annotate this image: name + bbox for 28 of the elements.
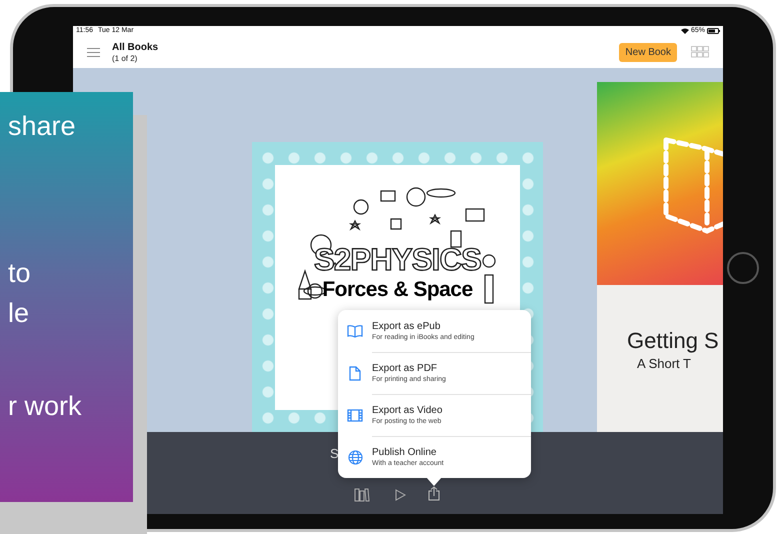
wifi-icon bbox=[680, 28, 689, 34]
open-book-icon bbox=[347, 324, 363, 338]
play-icon[interactable] bbox=[395, 489, 406, 501]
slide-text: le bbox=[8, 297, 30, 330]
book-cover[interactable]: Getting S A Short T bbox=[597, 82, 723, 432]
menu-item-label: Export as ePub bbox=[372, 320, 442, 332]
share-icon[interactable] bbox=[428, 486, 440, 501]
book-title: S2PHYSICS bbox=[314, 243, 482, 277]
menu-item-label: Export as Video bbox=[372, 404, 444, 417]
film-strip-icon bbox=[347, 408, 363, 422]
nav-title: All Books bbox=[112, 42, 158, 54]
book-title: Getting S bbox=[627, 327, 720, 355]
slide-text: r work bbox=[8, 390, 82, 423]
book-caption: S bbox=[330, 445, 339, 463]
book-subtitle: A Short T bbox=[636, 355, 692, 373]
library-icon[interactable] bbox=[354, 488, 370, 502]
nav-subtitle: (1 of 2) bbox=[112, 54, 138, 62]
menu-icon[interactable] bbox=[87, 48, 100, 56]
slide-text: to bbox=[8, 257, 32, 290]
book-logo-icon bbox=[663, 136, 723, 236]
book-subtitle: Forces & Space bbox=[322, 277, 473, 303]
menu-item-label: Export as PDF bbox=[372, 362, 438, 375]
document-icon bbox=[349, 366, 361, 380]
slide-text: share bbox=[8, 110, 77, 143]
battery-icon bbox=[707, 28, 720, 34]
new-book-button[interactable]: New Book bbox=[619, 42, 677, 62]
menu-item-label: Publish Online bbox=[372, 446, 438, 459]
globe-icon bbox=[348, 450, 362, 464]
